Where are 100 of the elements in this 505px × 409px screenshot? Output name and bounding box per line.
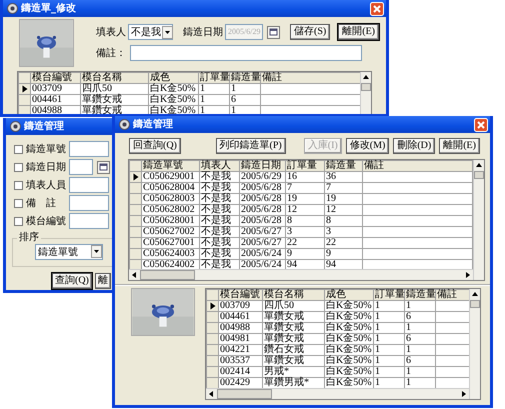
table-cell: 1: [404, 322, 436, 334]
table-cell: 9: [324, 248, 362, 260]
scroll-thumb[interactable]: [140, 270, 195, 280]
scroll-thumb[interactable]: [361, 83, 371, 91]
column-header[interactable]: 鑄造日期: [240, 160, 286, 172]
table-cell: 不是我: [200, 182, 240, 194]
column-header[interactable]: 鑄造量: [404, 290, 436, 300]
button[interactable]: 離開(E): [439, 138, 480, 154]
field-label: 鑄造單號: [26, 142, 66, 156]
field-label: 備 註: [26, 196, 57, 210]
button[interactable]: 列印鑄造單(P): [216, 138, 286, 154]
table-cell: 6: [404, 312, 436, 322]
group-label: 排序: [18, 232, 40, 244]
filter-field[interactable]: [69, 159, 93, 175]
scroll-thumb[interactable]: [217, 389, 272, 399]
close-icon[interactable]: [370, 2, 384, 16]
row-pointer-icon: [22, 85, 28, 93]
table-cell: 8: [286, 216, 324, 226]
table-cell: 2005/6/28: [240, 182, 286, 194]
horizontal-scrollbar[interactable]: [129, 269, 473, 280]
table-cell: C050628004: [142, 182, 200, 194]
filter-field[interactable]: [69, 195, 109, 211]
column-header[interactable]: 成色: [148, 72, 198, 84]
horizontal-scrollbar[interactable]: [206, 388, 469, 399]
table-cell: 22: [324, 238, 362, 248]
button[interactable]: 刪除(D): [393, 138, 436, 154]
column-header[interactable]: 模台編號: [218, 290, 262, 300]
button[interactable]: 回查詢(Q): [129, 138, 181, 154]
table-cell: 12: [286, 204, 324, 216]
field-label: 鑄造日期: [26, 160, 66, 174]
column-header[interactable]: 填表人: [200, 160, 240, 172]
column-header[interactable]: 訂單量: [286, 160, 324, 172]
table-cell: 6: [404, 334, 436, 344]
table-cell: 22: [286, 238, 324, 248]
filter-field[interactable]: [69, 177, 109, 193]
row-header[interactable]: [130, 172, 142, 182]
table-cell: 1: [374, 356, 404, 366]
scroll-thumb[interactable]: [474, 171, 484, 179]
row-pointer-icon: [132, 173, 138, 181]
table-cell: 男戒*: [262, 366, 324, 378]
table-cell: 12: [324, 204, 362, 216]
table-cell: 不是我: [200, 216, 240, 226]
table-cell: 1: [404, 344, 436, 356]
button[interactable]: 修改(M): [346, 138, 390, 154]
table-cell: 004988: [218, 322, 262, 334]
table-cell: 不是我: [200, 172, 240, 182]
field-label: 模台編號: [26, 214, 66, 228]
note-field[interactable]: [130, 45, 362, 61]
table-cell: 36: [324, 172, 362, 182]
checkbox[interactable]: [14, 144, 23, 154]
corner-cell: [130, 160, 142, 172]
column-header[interactable]: 模台名稱: [262, 290, 324, 300]
checkbox[interactable]: [14, 180, 23, 190]
column-header[interactable]: 成色: [324, 290, 374, 300]
calendar-icon[interactable]: [267, 26, 280, 38]
field-label: 填表人: [96, 26, 126, 40]
button[interactable]: 儲存(S): [290, 24, 330, 40]
column-header[interactable]: 鑄造量: [230, 72, 260, 84]
button[interactable]: 離開(E): [338, 24, 380, 40]
app-icon: [119, 119, 130, 130]
table-cell: C050627001: [142, 238, 200, 248]
table-cell: 單鑽女戒: [262, 312, 324, 322]
row-header[interactable]: [206, 300, 218, 312]
calendar-icon[interactable]: [97, 160, 110, 174]
table-cell: 四爪50: [80, 84, 148, 94]
filter-field[interactable]: [69, 141, 109, 157]
table-cell: 2005/6/28: [240, 216, 286, 226]
checkbox[interactable]: [14, 198, 23, 208]
vertical-scrollbar[interactable]: [469, 289, 480, 399]
vertical-scrollbar[interactable]: [473, 160, 484, 280]
close-icon[interactable]: [474, 118, 488, 132]
table-cell: 6: [230, 94, 260, 106]
table-cell: C050628002: [142, 204, 200, 216]
button[interactable]: 查詢(Q): [52, 273, 92, 289]
table-cell: 2005/6/27: [240, 238, 286, 248]
table-cell: 白K金50%: [324, 322, 374, 334]
table-cell: 1: [198, 84, 230, 94]
column-header[interactable]: 鑄造單號: [142, 160, 200, 172]
table-cell: 1: [374, 334, 404, 344]
table-cell: 白K金50%: [324, 334, 374, 344]
vertical-scrollbar[interactable]: [360, 72, 371, 114]
checkbox[interactable]: [14, 162, 23, 172]
table-cell: 單鑽女戒: [80, 94, 148, 106]
button[interactable]: 離: [94, 273, 111, 289]
table-cell: 003709: [30, 84, 80, 94]
column-header[interactable]: 訂單量: [374, 290, 404, 300]
filter-field[interactable]: [69, 213, 109, 229]
row-pointer-icon: [210, 302, 216, 310]
row-header[interactable]: [18, 84, 30, 94]
column-header[interactable]: 訂單量: [198, 72, 230, 84]
column-header[interactable]: 模台編號: [30, 72, 80, 84]
table-cell: 1: [374, 344, 404, 356]
scroll-thumb[interactable]: [470, 300, 480, 308]
column-header[interactable]: 模台名稱: [80, 72, 148, 84]
app-icon: [7, 3, 18, 14]
table-cell: 2005/6/28: [240, 194, 286, 204]
checkbox[interactable]: [14, 216, 23, 226]
table-cell: 單鑽女戒: [262, 334, 324, 344]
column-header[interactable]: 鑄造量: [324, 160, 362, 172]
window-title: 鑄造管理: [133, 120, 173, 130]
